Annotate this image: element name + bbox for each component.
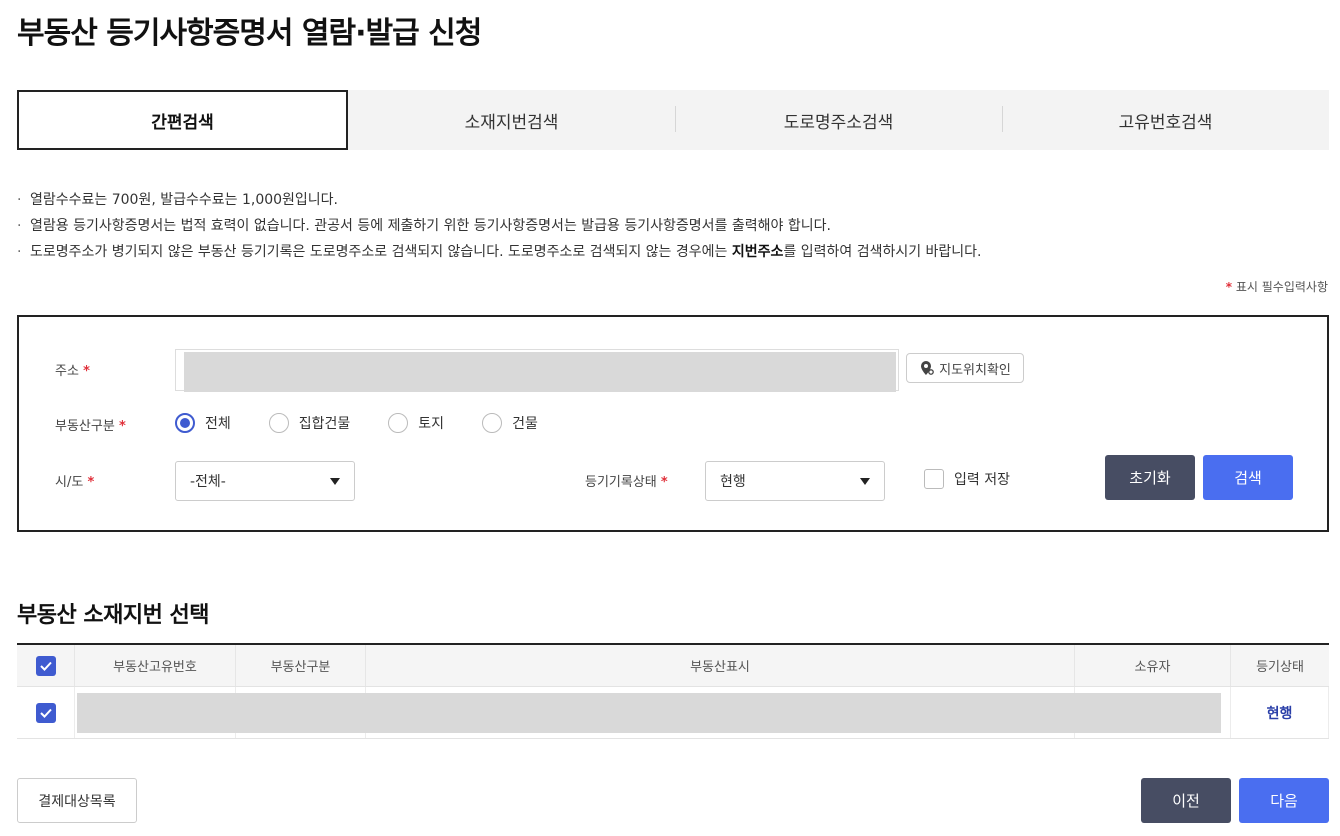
results-table: 부동산고유번호 부동산구분 부동산표시 소유자 등기상태 현행 bbox=[17, 643, 1329, 739]
prev-button[interactable]: 이전 bbox=[1141, 778, 1231, 823]
notice-fee: · 열람수수료는 700원, 발급수수료는 1,000원입니다. bbox=[17, 187, 1317, 213]
radio-label: 전체 bbox=[205, 416, 231, 432]
results-title: 부동산 소재지번 선택 bbox=[17, 603, 209, 628]
tab-lot-number-search[interactable]: 소재지번검색 bbox=[348, 90, 675, 150]
required-star: * bbox=[118, 419, 126, 434]
label-text: 시/도 bbox=[55, 475, 84, 490]
checkmark-icon bbox=[39, 708, 52, 718]
address-input[interactable] bbox=[175, 349, 899, 392]
chevron-down-icon bbox=[860, 478, 870, 485]
select-all-cell bbox=[17, 645, 75, 686]
notice-text: 도로명주소가 병기되지 않은 부동산 등기기록은 도로명주소로 검색되지 않습니… bbox=[30, 244, 732, 260]
notice-text: 열람용 등기사항증명서는 법적 효력이 없습니다. 관공서 등에 제출하기 위한… bbox=[30, 218, 831, 234]
radio-circle bbox=[388, 413, 409, 433]
region-label: 시/도 * bbox=[55, 471, 94, 490]
radio-circle bbox=[482, 413, 503, 433]
required-star: * bbox=[83, 364, 90, 379]
notice-list: · 열람수수료는 700원, 발급수수료는 1,000원입니다. · 열람용 등기사… bbox=[17, 187, 1317, 265]
label-text: 주소 bbox=[55, 364, 79, 379]
col-property-display: 부동산표시 bbox=[366, 645, 1075, 686]
region-select[interactable]: -전체- bbox=[175, 461, 355, 501]
payment-list-button[interactable]: 결제대상목록 bbox=[17, 778, 137, 823]
redacted-address bbox=[184, 352, 896, 392]
tab-label: 도로명주소검색 bbox=[783, 112, 894, 133]
radio-land[interactable]: 토지 bbox=[388, 413, 444, 433]
bullet: · bbox=[17, 244, 22, 260]
label-text: 부동산구분 bbox=[55, 419, 115, 434]
radio-label: 토지 bbox=[418, 416, 445, 432]
reset-button[interactable]: 초기화 bbox=[1105, 455, 1195, 500]
radio-circle bbox=[175, 413, 195, 433]
map-button-label: 지도위치확인 bbox=[939, 362, 1011, 378]
required-note-text: 표시 필수입력사항 bbox=[1235, 280, 1328, 294]
map-pin-icon bbox=[921, 361, 934, 375]
search-tabs: 간편검색 소재지번검색 도로명주소검색 고유번호검색 bbox=[17, 90, 1329, 150]
select-all-checkbox[interactable] bbox=[35, 655, 56, 676]
row-select-cell bbox=[17, 687, 75, 738]
save-input-checkbox[interactable]: 입력 저장 bbox=[924, 469, 1010, 489]
tab-road-address-search[interactable]: 도로명주소검색 bbox=[675, 90, 1002, 150]
table-header: 부동산고유번호 부동산구분 부동산표시 소유자 등기상태 bbox=[17, 645, 1329, 687]
map-location-button[interactable]: 지도위치확인 bbox=[906, 353, 1024, 383]
next-button[interactable]: 다음 bbox=[1239, 778, 1329, 823]
col-property-type: 부동산구분 bbox=[236, 645, 366, 686]
notice-legal-effect: · 열람용 등기사항증명서는 법적 효력이 없습니다. 관공서 등에 제출하기 위… bbox=[17, 213, 1317, 239]
chevron-down-icon bbox=[330, 478, 340, 485]
table-row[interactable]: 현행 bbox=[17, 687, 1329, 739]
tab-unique-number-search[interactable]: 고유번호검색 bbox=[1002, 90, 1329, 150]
row-checkbox[interactable] bbox=[35, 702, 56, 723]
required-star: * bbox=[660, 475, 668, 490]
notice-emphasis: 지번주소 bbox=[731, 244, 784, 260]
radio-building[interactable]: 건물 bbox=[482, 413, 538, 433]
bullet: · bbox=[17, 218, 22, 234]
address-label: 주소 * bbox=[55, 360, 90, 379]
tab-label: 고유번호검색 bbox=[1118, 112, 1213, 133]
property-type-label: 부동산구분 * bbox=[55, 415, 126, 434]
required-star: * bbox=[87, 475, 95, 490]
required-field-note: * 표시 필수입력사항 bbox=[1226, 278, 1328, 295]
tab-divider bbox=[1002, 106, 1003, 132]
cell-registry-status: 현행 bbox=[1231, 687, 1329, 738]
redacted-row bbox=[77, 693, 1221, 733]
notice-road-address: · 도로명주소가 병기되지 않은 부동산 등기기록은 도로명주소로 검색되지 않습… bbox=[17, 239, 1317, 265]
save-input-label: 입력 저장 bbox=[954, 472, 1010, 488]
notice-text: 열람수수료는 700원, 발급수수료는 1,000원입니다. bbox=[30, 192, 339, 208]
property-type-radio-group: 전체 집합건물 토지 건물 bbox=[175, 413, 576, 433]
search-form: 주소 * 지도위치확인 부동산구분 * 전체 집합건물 토지 건물 시/도 * … bbox=[17, 315, 1329, 532]
page-title: 부동산 등기사항증명서 열람·발급 신청 bbox=[17, 16, 482, 51]
required-star: * bbox=[1225, 280, 1233, 294]
registry-status-select[interactable]: 현행 bbox=[705, 461, 885, 501]
col-registry-status: 등기상태 bbox=[1256, 660, 1304, 675]
checkmark-icon bbox=[39, 661, 52, 671]
registry-status-value: 현행 bbox=[720, 474, 746, 490]
search-button[interactable]: 검색 bbox=[1203, 455, 1293, 500]
registry-status-label: 등기기록상태 * bbox=[585, 471, 668, 490]
radio-all[interactable]: 전체 bbox=[175, 413, 231, 433]
radio-collective-building[interactable]: 집합건물 bbox=[268, 413, 351, 433]
notice-text: 를 입력하여 검색하시기 바랍니다. bbox=[783, 244, 982, 260]
label-text: 등기기록상태 bbox=[585, 475, 657, 490]
radio-label: 집합건물 bbox=[298, 416, 351, 432]
tab-simple-search[interactable]: 간편검색 bbox=[17, 90, 348, 150]
bullet: · bbox=[17, 192, 22, 208]
col-owner: 소유자 bbox=[1075, 645, 1231, 686]
radio-label: 건물 bbox=[512, 416, 538, 432]
status-link[interactable]: 현행 bbox=[1267, 703, 1293, 723]
tab-divider bbox=[675, 106, 676, 132]
region-select-value: -전체- bbox=[190, 474, 226, 490]
checkbox-box bbox=[924, 469, 944, 489]
col-unique-number: 부동산고유번호 bbox=[75, 645, 236, 686]
radio-circle bbox=[268, 413, 289, 433]
